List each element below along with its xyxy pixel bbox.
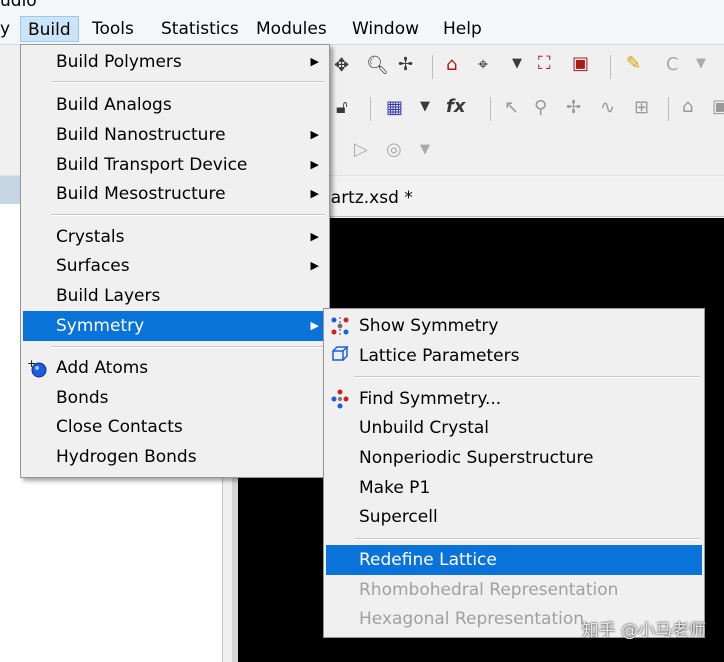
menu-item-build-polymers[interactable]: Build Polymers ▶ — [23, 47, 327, 77]
home-icon[interactable]: ⌂ — [446, 54, 457, 75]
menu-item-crystals[interactable]: Crystals ▶ — [23, 222, 327, 252]
submenu-arrow-icon: ▶ — [310, 259, 319, 272]
menu-item-show-symmetry[interactable]: Show Symmetry — [326, 311, 702, 341]
record-icon[interactable]: ◎ — [386, 139, 402, 160]
dropdown-arrow-icon[interactable]: ▼ — [696, 56, 706, 71]
toolbar-separator — [432, 55, 433, 79]
menu-separator — [51, 346, 325, 348]
lock-icon[interactable]: 🔓︎ — [336, 97, 348, 118]
dropdown-arrow-icon[interactable]: ▼ — [420, 99, 430, 114]
home-disabled-icon[interactable]: ⌂ — [682, 96, 693, 117]
menu-bar: y Build Tools Statistics Modules Window … — [0, 12, 724, 45]
watermark: 知乎 @小马老师 — [581, 621, 706, 641]
menu-statistics[interactable]: Statistics — [155, 16, 245, 42]
menu-item-build-nanostructure[interactable]: Build Nanostructure ▶ — [23, 120, 327, 150]
submenu-arrow-icon: ▶ — [310, 187, 319, 200]
menu-build[interactable]: Build — [20, 16, 79, 42]
menu-separator — [354, 538, 700, 540]
menu-item-bonds[interactable]: Bonds — [23, 383, 327, 413]
menu-item-nonperiodic-superstructure[interactable]: Nonperiodic Superstructure — [326, 443, 702, 473]
translate-icon[interactable]: ✢ — [398, 54, 413, 75]
submenu-arrow-icon: ▶ — [310, 128, 319, 141]
dropdown-arrow-icon[interactable]: ▼ — [512, 56, 522, 71]
pencil-icon[interactable]: ✎ — [626, 53, 641, 74]
menu-separator — [51, 214, 325, 216]
dropdown-arrow-icon[interactable]: ▼ — [420, 142, 430, 157]
submenu-arrow-icon: ▶ — [310, 319, 319, 332]
function-icon[interactable]: fx — [446, 96, 465, 117]
translate-disabled-icon[interactable]: ✢ — [566, 97, 581, 118]
menu-item-close-contacts[interactable]: Close Contacts — [23, 412, 327, 442]
menu-window[interactable]: Window — [346, 16, 425, 42]
find-symmetry-icon — [331, 389, 349, 409]
menu-item-supercell[interactable]: Supercell — [326, 502, 702, 532]
title-bar: udio — [0, 0, 724, 12]
menu-modules[interactable]: Modules — [250, 16, 333, 42]
menu-item-make-p1[interactable]: Make P1 — [326, 473, 702, 503]
document-tab-label: uartz.xsd * — [320, 188, 413, 208]
show-symmetry-icon — [331, 317, 349, 335]
add-atoms-icon: + — [27, 358, 47, 378]
menu-item-build-analogs[interactable]: Build Analogs — [23, 90, 327, 120]
menu-item-lattice-parameters[interactable]: Lattice Parameters — [326, 341, 702, 371]
build-menu: Build Polymers ▶ Build Analogs Build Nano… — [20, 44, 330, 478]
zoom-icon[interactable]: 🔍︎ — [366, 55, 389, 76]
svg-text:+: + — [27, 358, 36, 370]
symmetry-submenu: Show Symmetry Lattice Parameters Find Sy… — [323, 308, 705, 638]
menu-item-build-layers[interactable]: Build Layers — [23, 281, 327, 311]
spectrum-icon[interactable]: ∿ — [600, 97, 615, 118]
menu-y[interactable]: y — [0, 16, 16, 42]
menu-item-redefine-lattice[interactable]: Redefine Lattice — [326, 545, 702, 575]
matrix-icon[interactable]: ▦ — [386, 97, 403, 118]
menu-item-build-mesostructure[interactable]: Build Mesostructure ▶ — [23, 179, 327, 209]
lattice-parameters-icon — [332, 346, 349, 361]
app-title: udio — [0, 0, 37, 11]
c-icon[interactable]: C — [666, 54, 679, 75]
select-arrow-icon[interactable]: ↖ — [504, 97, 519, 118]
menu-item-find-symmetry[interactable]: Find Symmetry... — [326, 384, 702, 414]
menu-separator — [51, 81, 325, 83]
menu-item-symmetry[interactable]: Symmetry ▶ — [23, 311, 327, 341]
menu-item-unbuild-crystal[interactable]: Unbuild Crystal — [326, 413, 702, 443]
toolbar-separator — [370, 97, 371, 121]
menu-item-surfaces[interactable]: Surfaces ▶ — [23, 251, 327, 281]
move-icon[interactable]: ✥ — [334, 55, 349, 76]
zoom-disabled-icon[interactable]: ⚲ — [534, 97, 547, 118]
menu-item-rhombohedral-representation[interactable]: Rhombohedral Representation — [326, 575, 702, 605]
menu-item-build-transport-device[interactable]: Build Transport Device ▶ — [23, 150, 327, 180]
menu-separator — [354, 376, 700, 378]
grid-icon[interactable]: ⊞ — [634, 97, 649, 118]
menu-item-hydrogen-bonds[interactable]: Hydrogen Bonds — [23, 442, 327, 472]
play-icon[interactable]: ▷ — [354, 139, 368, 160]
properties-icon[interactable]: ▣ — [572, 53, 589, 74]
toolbar-separator — [668, 97, 669, 121]
toolbar-separator — [490, 97, 491, 121]
menu-item-add-atoms[interactable]: + Add Atoms — [23, 353, 327, 383]
fit-to-screen-icon[interactable]: ⛶ — [538, 53, 551, 74]
submenu-arrow-icon: ▶ — [310, 158, 319, 171]
toolbar-separator — [610, 55, 611, 79]
menu-help[interactable]: Help — [437, 16, 488, 42]
crosshair-icon[interactable]: ⌖ — [478, 54, 488, 75]
submenu-arrow-icon: ▶ — [310, 55, 319, 68]
submenu-arrow-icon: ▶ — [310, 230, 319, 243]
menu-tools[interactable]: Tools — [86, 16, 140, 42]
properties-disabled-icon[interactable]: ▣ — [712, 96, 724, 117]
